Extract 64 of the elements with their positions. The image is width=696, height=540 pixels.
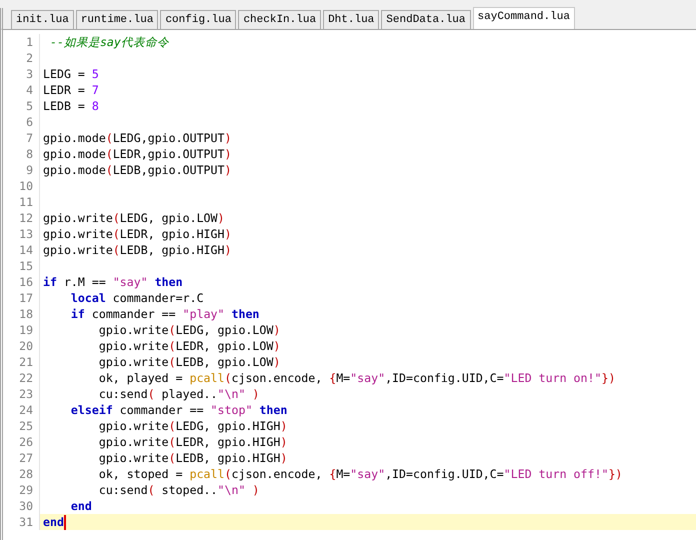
code-line: LEDG = 5 [43,66,99,82]
line-number: 9 [3,162,40,178]
code-line: cu:send( played.."\n" ) [98,386,260,402]
line-number: 2 [3,50,40,66]
line-number: 23 [3,386,40,402]
line-number: 12 [3,210,40,226]
file-tab[interactable]: sayCommand.lua [472,7,575,29]
text-caret [64,514,66,530]
code-line: cu:send( stoped.."\n" ) [98,482,260,498]
code-line: gpio.write(LEDB, gpio.HIGH) [98,450,288,466]
code-line: gpio.write(LEDG, gpio.LOW) [98,322,280,338]
line-number: 1 [3,34,40,50]
code-line: ok, played = pcall(cjson.encode, {M="say",ID=config.UID,C="LED turn on!"}) [98,370,616,386]
code-line: gpio.write(LEDR, gpio.HIGH) [98,434,288,450]
line-number: 10 [3,178,40,194]
line-number: 22 [3,370,40,386]
line-number: 19 [3,322,40,338]
code-line: gpio.mode(LEDR,gpio.OUTPUT) [43,146,232,162]
line-number: 29 [3,482,40,498]
code-line: if commander == "play" then [70,306,260,322]
line-number: 3 [3,66,40,82]
code-line: elseif commander == "stop" then [70,402,288,418]
line-number: 30 [3,498,40,514]
code-line: LEDR = 7 [43,82,99,98]
code-line: end [43,514,64,530]
line-number: 26 [3,434,40,450]
code-line: end [70,498,92,514]
line-number: 13 [3,226,40,242]
code-line: gpio.write(LEDG, gpio.LOW) [43,210,225,226]
file-tab[interactable]: config.lua [160,10,236,29]
line-number: 16 [3,274,40,290]
line-number: 6 [3,114,40,130]
line-number: 15 [3,258,40,274]
code-line: LEDB = 8 [43,98,99,114]
file-tab[interactable]: checkIn.lua [238,10,322,29]
line-number: 27 [3,450,40,466]
line-number: 5 [3,98,40,114]
code-line: --如果是say代表命令 [48,34,169,50]
code-line: gpio.write(LEDB, gpio.LOW) [98,354,280,370]
code-line: gpio.mode(LEDB,gpio.OUTPUT) [43,162,232,178]
file-tab[interactable]: Dht.lua [323,10,380,29]
code-line: gpio.write(LEDR, gpio.HIGH) [43,226,232,242]
line-number: 8 [3,146,40,162]
line-number: 4 [3,82,40,98]
line-number: 28 [3,466,40,482]
line-number: 7 [3,130,40,146]
code-line: gpio.mode(LEDG,gpio.OUTPUT) [43,130,232,146]
code-line: local commander=r.C [70,290,204,306]
code-line: if r.M == "say" then [43,274,183,290]
code-line: gpio.write(LEDR, gpio.LOW) [98,338,280,354]
line-number: 18 [3,306,40,322]
line-number: 25 [3,418,40,434]
line-number: 24 [3,402,40,418]
file-tab[interactable]: SendData.lua [381,10,471,29]
line-number: 21 [3,354,40,370]
code-line: gpio.write(LEDB, gpio.HIGH) [43,242,232,258]
file-tab[interactable]: runtime.lua [76,10,158,29]
code-line: gpio.write(LEDG, gpio.HIGH) [98,418,288,434]
line-number: 14 [3,242,40,258]
line-number: 20 [3,338,40,354]
line-number: 11 [3,194,40,210]
file-tab[interactable]: init.lua [11,10,74,29]
code-line: ok, stoped = pcall(cjson.encode, {M="say",ID=config.UID,C="LED turn off!"}) [98,466,622,482]
line-number: 17 [3,290,40,306]
